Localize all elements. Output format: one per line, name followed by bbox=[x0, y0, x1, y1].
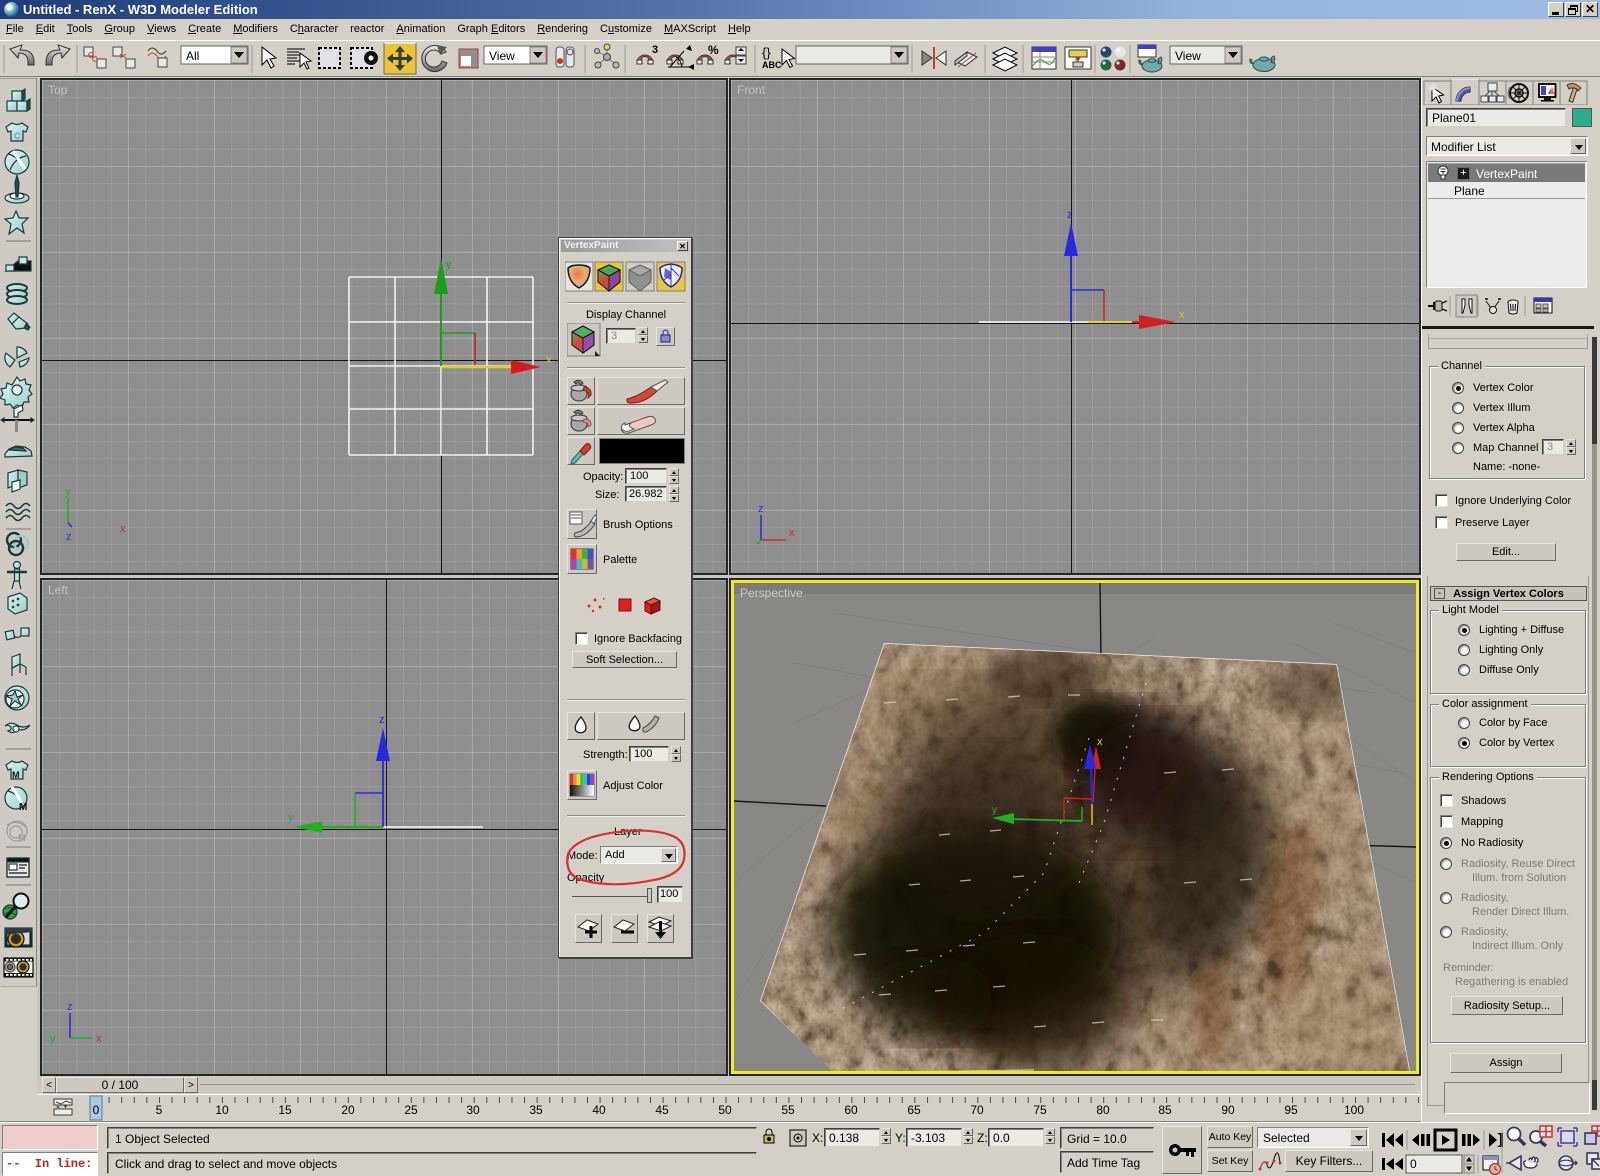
svg-text:80: 80 bbox=[1096, 1103, 1110, 1117]
svg-text:M: M bbox=[12, 770, 20, 780]
svg-text:40: 40 bbox=[592, 1103, 606, 1117]
svg-text:35: 35 bbox=[529, 1103, 543, 1117]
svg-text:y: y bbox=[65, 486, 71, 498]
svg-text:0: 0 bbox=[93, 1103, 100, 1117]
svg-text:25: 25 bbox=[404, 1103, 418, 1117]
svg-text:100: 100 bbox=[1344, 1103, 1364, 1117]
svg-text:90: 90 bbox=[1221, 1103, 1235, 1117]
svg-text:ABC: ABC bbox=[762, 60, 782, 70]
svg-text:75: 75 bbox=[1033, 1103, 1047, 1117]
svg-text:x: x bbox=[546, 354, 552, 366]
svg-text:z: z bbox=[379, 714, 385, 726]
svg-text:y: y bbox=[50, 1033, 56, 1045]
svg-text:y: y bbox=[288, 812, 294, 824]
svg-text:y: y bbox=[446, 259, 452, 271]
svg-text:60: 60 bbox=[844, 1103, 858, 1117]
svg-text:View: View bbox=[489, 49, 515, 63]
svg-text:70: 70 bbox=[970, 1103, 984, 1117]
svg-text:x: x bbox=[96, 1033, 102, 1045]
svg-text:x: x bbox=[1097, 736, 1103, 748]
svg-text:95: 95 bbox=[1284, 1103, 1298, 1117]
svg-text:z: z bbox=[67, 1001, 73, 1013]
svg-text:3: 3 bbox=[652, 44, 658, 56]
svg-text:85: 85 bbox=[1158, 1103, 1172, 1117]
svg-text:y: y bbox=[992, 805, 997, 816]
svg-text:20: 20 bbox=[341, 1103, 355, 1117]
svg-text:z: z bbox=[758, 503, 764, 515]
svg-text:z: z bbox=[66, 531, 72, 543]
svg-text:{}: {} bbox=[762, 45, 771, 60]
svg-text:x: x bbox=[120, 523, 126, 535]
svg-text:M: M bbox=[18, 833, 26, 843]
svg-text:45: 45 bbox=[655, 1103, 669, 1117]
svg-text:10: 10 bbox=[215, 1103, 229, 1117]
svg-text:C: C bbox=[14, 131, 21, 141]
svg-text:30: 30 bbox=[466, 1103, 480, 1117]
svg-text:View: View bbox=[1175, 49, 1201, 63]
svg-text:65: 65 bbox=[907, 1103, 921, 1117]
svg-text:M: M bbox=[19, 802, 27, 813]
svg-text:x: x bbox=[789, 527, 795, 539]
svg-text:15: 15 bbox=[278, 1103, 292, 1117]
svg-text:55: 55 bbox=[781, 1103, 795, 1117]
svg-text:0: 0 bbox=[1410, 1157, 1417, 1171]
svg-text:5: 5 bbox=[156, 1103, 163, 1117]
svg-text:x: x bbox=[1179, 309, 1185, 321]
svg-text:All: All bbox=[186, 49, 199, 63]
svg-text:50: 50 bbox=[718, 1103, 732, 1117]
svg-text:z: z bbox=[1067, 209, 1073, 221]
svg-text:%: % bbox=[708, 43, 719, 57]
